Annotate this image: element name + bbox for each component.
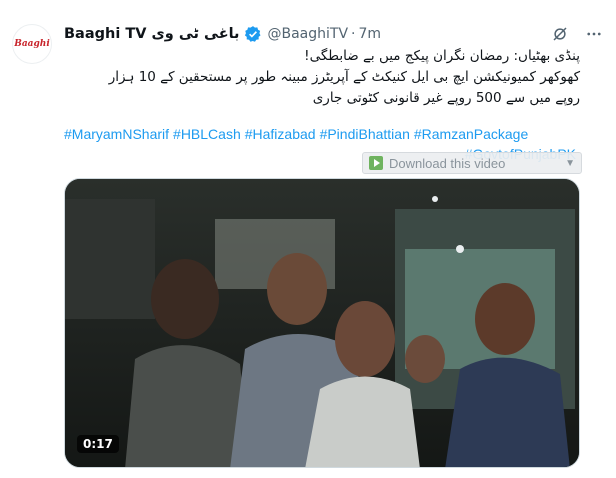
tweet-text-line: کھوکھر کمیونیکشن ایچ بی ایل کنیکٹ کے آپر… — [108, 69, 580, 85]
video-player[interactable]: 0:17 — [64, 178, 580, 468]
hashtag-link[interactable]: #PindiBhattian — [320, 126, 410, 142]
author-name[interactable]: Baaghi TV باغی ٹی وی — [64, 26, 240, 42]
more-icon[interactable] — [584, 24, 604, 44]
avatar[interactable]: Baaghi — [12, 24, 52, 64]
separator-dot: · — [351, 26, 356, 42]
tweet[interactable]: Baaghi Baaghi TV باغی ٹی وی @BaaghiTV · … — [0, 0, 616, 478]
download-video-bar[interactable]: Download this video ▼ — [362, 152, 582, 174]
tweet-text-line: پنڈی بھٹیاں: رمضان نگران پیکج میں بے ضاب… — [304, 48, 580, 64]
hashtag-link[interactable]: #Hafizabad — [245, 126, 316, 142]
timestamp[interactable]: 7m — [359, 26, 382, 42]
tweet-text-line: روپے میں سے 500 روپے غیر قانونی کٹوتی جا… — [312, 90, 580, 106]
verified-badge-icon — [244, 25, 262, 43]
grok-icon[interactable] — [550, 24, 570, 44]
hashtag-link[interactable]: #HBLCash — [173, 126, 241, 142]
tweet-text: پنڈی بھٹیاں: رمضان نگران پیکج میں بے ضاب… — [64, 46, 580, 109]
video-frame — [65, 179, 579, 467]
download-label: Download this video — [389, 155, 506, 171]
download-play-icon — [369, 156, 383, 170]
hashtag-link[interactable]: #RamzanPackage — [414, 126, 528, 142]
chevron-down-icon[interactable]: ▼ — [565, 158, 575, 169]
author-handle[interactable]: @BaaghiTV — [268, 26, 349, 42]
tweet-actions — [550, 24, 604, 44]
tweet-header: Baaghi TV باغی ٹی وی @BaaghiTV · 7m — [64, 24, 381, 44]
hashtag-link[interactable]: #MaryamNSharif — [64, 126, 169, 142]
avatar-logo: Baaghi — [14, 39, 50, 49]
hashtags-line: #MaryamNSharif #HBLCash #Hafizabad #PindiBh… — [64, 124, 584, 144]
video-duration: 0:17 — [77, 435, 119, 453]
